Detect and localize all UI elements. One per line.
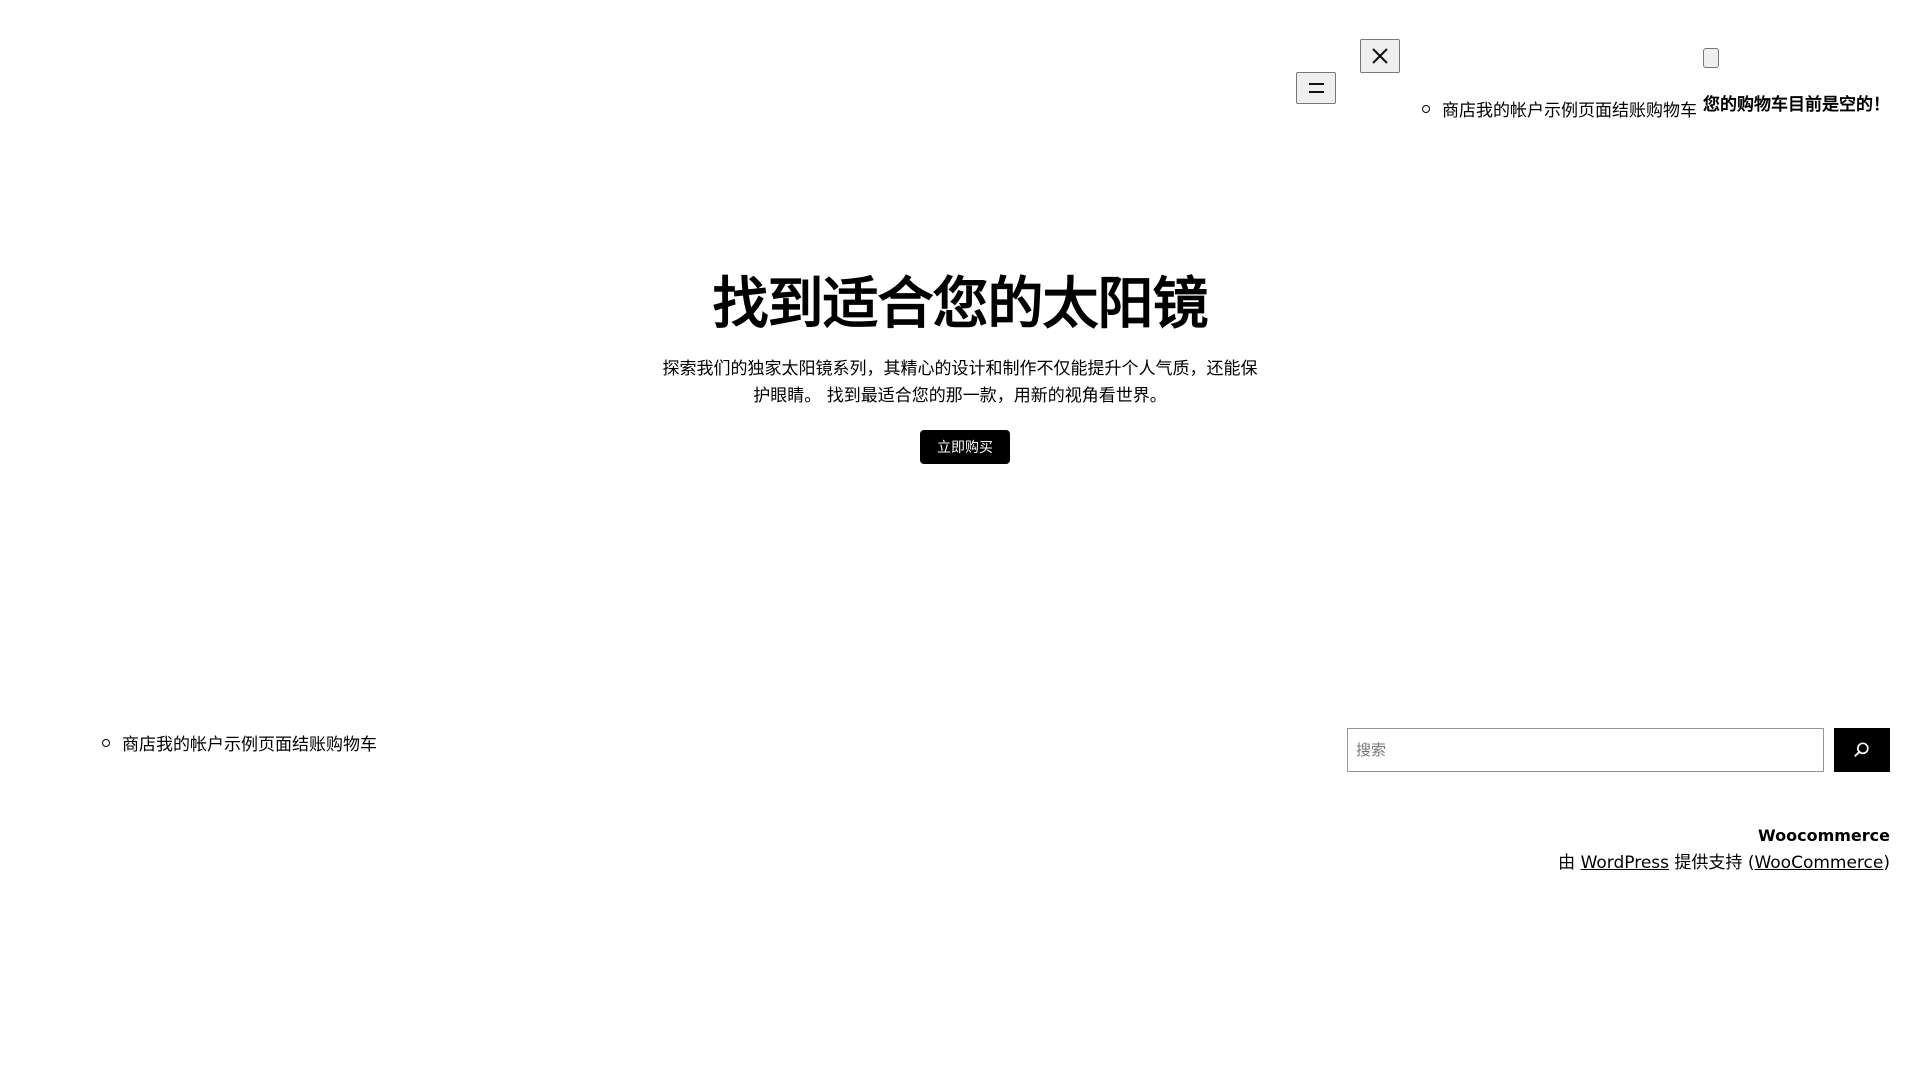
footer-nav-item-sample-page[interactable]: 示例页面 <box>224 735 292 755</box>
menu-open-button[interactable] <box>1296 72 1336 104</box>
hamburger-icon-bar <box>1309 91 1324 93</box>
nav-item-sample-page[interactable]: 示例页面 <box>1544 101 1612 121</box>
nav-item-cart[interactable]: 购物车 <box>1646 101 1697 121</box>
credits-suffix: ) <box>1883 853 1890 873</box>
search-button[interactable] <box>1834 728 1890 772</box>
list-bullet <box>102 738 110 747</box>
list-bullet <box>1422 104 1430 113</box>
search-icon <box>1854 742 1869 757</box>
cart-empty-message: 您的购物车目前是空的！ <box>1703 95 1890 115</box>
shop-now-button[interactable]: 立即购买 <box>920 430 1010 464</box>
close-icon <box>1372 48 1388 64</box>
footer-nav-item-cart[interactable]: 购物车 <box>326 735 377 755</box>
menu-close-button[interactable] <box>1360 39 1400 73</box>
credits-prefix: 由 <box>1558 853 1581 873</box>
footer-credits: 由 WordPress 提供支持 (WooCommerce) <box>1558 848 1890 873</box>
wordpress-link[interactable]: WordPress <box>1581 853 1669 873</box>
site-title: Woocommerce <box>1758 826 1890 845</box>
nav-item-checkout[interactable]: 结账 <box>1612 101 1646 121</box>
header-navigation: 商店 我的帐户 示例页面 结账 购物车 <box>1422 96 1697 121</box>
search-input[interactable] <box>1347 728 1824 772</box>
hamburger-icon <box>1309 83 1324 85</box>
credits-middle: 提供支持 ( <box>1669 853 1755 873</box>
footer-nav-item-shop[interactable]: 商店 <box>122 735 156 755</box>
hero-description: 探索我们的独家太阳镜系列，其精心的设计和制作不仅能提升个人气质，还能保护眼睛。 … <box>662 359 1258 406</box>
mini-cart-toggle[interactable] <box>1703 48 1719 68</box>
hero-title: 找到适合您的太阳镜 <box>712 272 1209 337</box>
footer-nav-item-my-account[interactable]: 我的帐户 <box>156 735 224 755</box>
footer-nav-item-checkout[interactable]: 结账 <box>292 735 326 755</box>
footer-navigation: 商店 我的帐户 示例页面 结账 购物车 <box>102 730 377 755</box>
woocommerce-link[interactable]: WooCommerce <box>1754 853 1883 873</box>
nav-item-shop[interactable]: 商店 <box>1442 101 1476 121</box>
nav-item-my-account[interactable]: 我的帐户 <box>1476 101 1544 121</box>
